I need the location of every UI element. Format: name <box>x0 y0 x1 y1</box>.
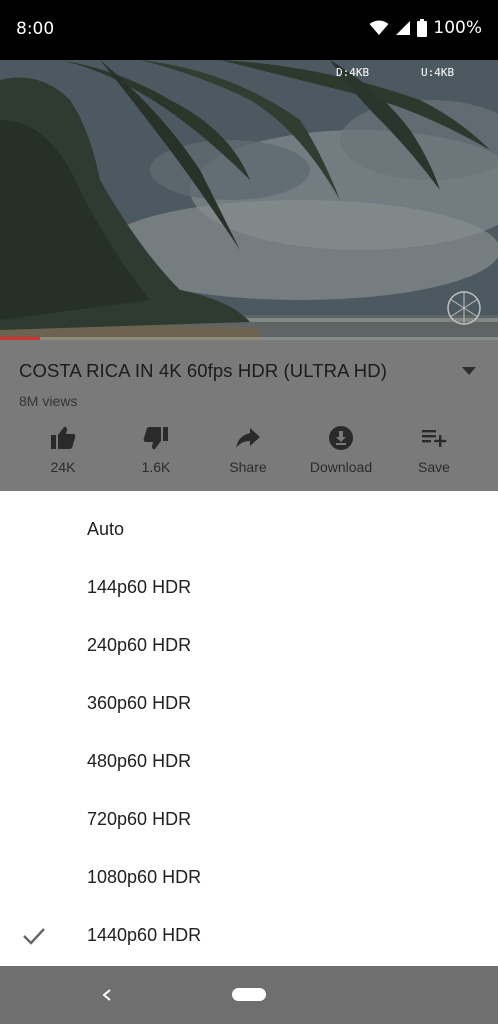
playlist-add-icon <box>422 430 447 447</box>
quality-option-label: 1080p60 HDR <box>87 867 202 887</box>
share-icon <box>236 428 260 448</box>
download-speed: D:4KB <box>336 66 370 79</box>
quality-option-label: 144p60 HDR <box>87 577 192 597</box>
quality-option-480p60-hdr[interactable]: 480p60 HDR <box>0 733 498 791</box>
video-title[interactable]: COSTA RICA IN 4K 60fps HDR (ULTRA HD) <box>19 360 387 382</box>
battery-percent: 100% <box>433 18 482 38</box>
share-button[interactable]: Share <box>202 424 294 484</box>
thumbs-down-icon <box>143 427 168 450</box>
video-frame <box>0 60 498 340</box>
download-icon <box>329 426 353 450</box>
dislike-count: 1.6K <box>141 459 171 475</box>
quality-option-label: Auto <box>87 519 125 539</box>
download-label: Download <box>309 459 373 475</box>
like-button[interactable]: 24K <box>17 424 109 484</box>
like-count: 24K <box>50 459 76 475</box>
download-button[interactable]: Download <box>295 424 387 484</box>
save-label: Save <box>418 459 450 475</box>
video-player[interactable]: D:4KB U:4KB <box>0 60 498 340</box>
quality-option-label: 240p60 HDR <box>87 635 192 655</box>
status-time: 8:00 <box>16 19 55 39</box>
quality-option-label: 720p60 HDR <box>87 809 192 829</box>
home-pill-button[interactable] <box>232 988 266 1001</box>
app-screen: 8:00 100% D:4KB U:4KB COSTA RICA IN 4K 6… <box>0 0 498 1024</box>
quality-option-240p60-hdr[interactable]: 240p60 HDR <box>0 617 498 675</box>
quality-option-720p60-hdr[interactable]: 720p60 HDR <box>0 791 498 849</box>
view-count: 8M views <box>19 393 78 409</box>
back-icon[interactable] <box>100 987 114 1003</box>
quality-option-label: 1440p60 HDR <box>87 925 202 945</box>
status-icons: 100% <box>369 18 482 38</box>
save-button[interactable]: Save <box>388 424 480 484</box>
quality-option-144p60-hdr[interactable]: 144p60 HDR <box>0 559 498 617</box>
dislike-button[interactable]: 1.6K <box>110 424 202 484</box>
quality-option-label: 480p60 HDR <box>87 751 192 771</box>
system-nav-bar <box>0 966 498 1024</box>
quality-option-1440p60-hdr[interactable]: 1440p60 HDR <box>0 907 498 965</box>
quality-option-label: 360p60 HDR <box>87 693 192 713</box>
upload-speed: U:4KB <box>421 66 455 79</box>
expand-description-icon[interactable] <box>460 366 478 376</box>
signal-icon <box>396 21 411 35</box>
quality-option-360p60-hdr[interactable]: 360p60 HDR <box>0 675 498 733</box>
thumbs-up-icon <box>51 426 76 449</box>
quality-menu: Auto 144p60 HDR 240p60 HDR 360p60 HDR 48… <box>0 491 498 966</box>
quality-option-auto[interactable]: Auto <box>0 501 498 559</box>
channel-watermark-icon <box>447 291 481 325</box>
share-label: Share <box>229 459 267 475</box>
quality-option-1080p60-hdr[interactable]: 1080p60 HDR <box>0 849 498 907</box>
checkmark-icon <box>23 928 45 945</box>
battery-icon <box>417 19 428 37</box>
video-info: COSTA RICA IN 4K 60fps HDR (ULTRA HD) 8M… <box>0 340 498 491</box>
status-bar: 8:00 100% <box>0 0 498 60</box>
wifi-icon <box>369 20 389 35</box>
